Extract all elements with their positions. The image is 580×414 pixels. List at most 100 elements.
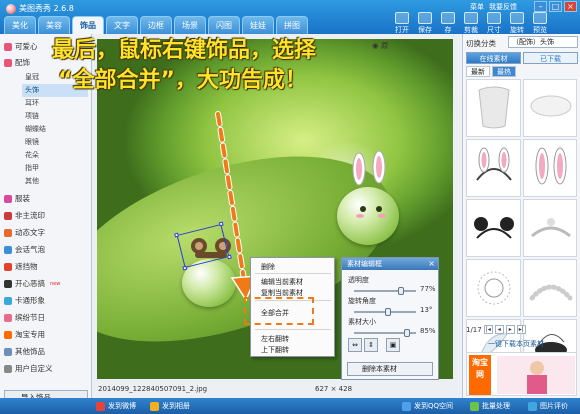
- clothing-icon: [4, 195, 12, 203]
- crop-button[interactable]: 剪裁: [461, 12, 481, 35]
- slider-knob[interactable]: [385, 308, 391, 316]
- batch-process-button[interactable]: 批量处理: [470, 401, 510, 411]
- flip-vertical-icon[interactable]: ⇕: [364, 338, 378, 352]
- sidebar-item-nonmainstream[interactable]: 非主流印: [4, 209, 88, 223]
- material-thumb[interactable]: [522, 79, 577, 137]
- category-select[interactable]: （配饰）头饰: [508, 36, 578, 48]
- tiara-material: [530, 218, 571, 238]
- menu-link[interactable]: 菜单: [470, 2, 484, 12]
- tab-beautify[interactable]: 美化: [4, 16, 36, 34]
- sidebar-sub-other[interactable]: 其他: [22, 175, 88, 188]
- taobao-logo: 淘宝网: [469, 355, 491, 395]
- close-icon[interactable]: ×: [428, 258, 435, 270]
- share-qzone-button[interactable]: 发到QQ空间: [402, 401, 453, 411]
- material-thumb[interactable]: [466, 259, 521, 317]
- delete-material-button[interactable]: 删除本素材: [347, 362, 433, 376]
- app-title-text: 美图秀秀 2.6.8: [19, 4, 74, 13]
- maximize-icon[interactable]: □: [549, 1, 562, 12]
- preview-button[interactable]: 预览: [530, 12, 550, 35]
- menu-item-flip-vertical[interactable]: 上下翻转: [261, 345, 289, 355]
- last-page-icon[interactable]: ▸|: [516, 325, 526, 334]
- rotation-slider[interactable]: [354, 308, 416, 316]
- slider-knob[interactable]: [398, 287, 404, 295]
- main-tabs: 美化 美容 饰品 文字 边框 场景 闪图 娃娃 拼图: [4, 16, 308, 34]
- material-thumb[interactable]: [522, 139, 577, 197]
- sidebar-sub-bow[interactable]: 蝴蝶结: [22, 123, 88, 136]
- share-album-button[interactable]: 发到相册: [150, 401, 190, 411]
- taobao-ad[interactable]: 淘宝网: [466, 352, 577, 396]
- window-controls: – □ ×: [534, 1, 577, 12]
- layer-icon[interactable]: ▣: [386, 338, 400, 352]
- tab-flash[interactable]: 闪图: [208, 16, 240, 34]
- size-value: 85%: [420, 327, 436, 335]
- material-thumb[interactable]: [466, 139, 521, 197]
- sidebar-item-animated-text[interactable]: 动态文字: [4, 226, 88, 240]
- menu-item-delete[interactable]: 删除: [261, 262, 275, 272]
- tab-makeup[interactable]: 美容: [38, 16, 70, 34]
- material-thumb[interactable]: [522, 259, 577, 317]
- next-page-icon[interactable]: ▸: [505, 325, 515, 334]
- folder-icon: [395, 12, 409, 24]
- material-thumb[interactable]: [522, 199, 577, 257]
- rotate-button[interactable]: 旋转: [507, 12, 527, 35]
- sort-tabs: 最新 最热: [466, 66, 516, 77]
- share-weibo-button[interactable]: 发到微博: [96, 401, 136, 411]
- minimize-icon[interactable]: –: [534, 1, 547, 12]
- sidebar-item-clothing[interactable]: 服装: [4, 192, 88, 206]
- material-library-panel: 切换分类 （配饰）头饰 在线素材 已下载 最新 最热 1/17 |◂ ◂ ▸ ▸…: [462, 34, 580, 398]
- slider-knob[interactable]: [404, 329, 410, 337]
- prev-page-icon[interactable]: ◂: [494, 325, 504, 334]
- resize-button[interactable]: 尺寸: [484, 12, 504, 35]
- tab-hottest[interactable]: 最热: [492, 66, 516, 77]
- download-page-button[interactable]: 一键下载本页素材: [466, 338, 577, 350]
- app-title: 美图秀秀 2.6.8: [6, 3, 74, 14]
- tab-scenes[interactable]: 场景: [174, 16, 206, 34]
- tab-text[interactable]: 文字: [106, 16, 138, 34]
- sidebar-item-other-accessories[interactable]: 其他饰品: [4, 345, 88, 359]
- tab-frames[interactable]: 边框: [140, 16, 172, 34]
- open-button[interactable]: 打开: [392, 12, 412, 35]
- opacity-slider[interactable]: [354, 287, 416, 295]
- instruction-line-2: “全部合并”，大功告成！: [58, 68, 307, 93]
- bunny-ears-material: [535, 147, 566, 185]
- sidebar-item-speech-bubble[interactable]: 会话气泡: [4, 243, 88, 257]
- material-thumb[interactable]: [466, 199, 521, 257]
- tab-accessories[interactable]: 饰品: [72, 16, 104, 34]
- sidebar-sub-flowers[interactable]: 花朵: [22, 149, 88, 162]
- resize-handle[interactable]: [174, 232, 179, 238]
- sidebar-sub-glasses[interactable]: 眼镜: [22, 136, 88, 149]
- sidebar-item-user-custom[interactable]: 用户自定义: [4, 362, 88, 376]
- first-page-icon[interactable]: |◂: [483, 325, 493, 334]
- sidebar-sub-nails[interactable]: 指甲: [22, 162, 88, 175]
- tab-collage[interactable]: 拼图: [276, 16, 308, 34]
- rating-icon: [528, 401, 537, 411]
- funny-icon: [4, 280, 12, 288]
- title-bar: 美图秀秀 2.6.8 菜单 我要反馈 – □ × 美化 美容 饰品 文字 边框 …: [0, 0, 580, 34]
- save-button[interactable]: 保存: [415, 12, 435, 35]
- sidebar-item-taobao[interactable]: 淘宝专用: [4, 328, 88, 342]
- white-scarf-material: [478, 86, 510, 129]
- sidebar-sub-necklace[interactable]: 项链: [22, 110, 88, 123]
- menu-item-flip-horizontal[interactable]: 左右翻转: [261, 334, 289, 344]
- size-slider[interactable]: [354, 329, 416, 337]
- sidebar-item-holiday[interactable]: 缤纷节日: [4, 311, 88, 325]
- white-fur-material: [530, 95, 571, 117]
- sidebar-item-cartoon[interactable]: 卡通形象: [4, 294, 88, 308]
- store-button[interactable]: 存: [438, 12, 458, 35]
- menu-divider: [255, 329, 331, 330]
- library-tabs: 在线素材 已下载: [466, 52, 578, 64]
- tab-downloaded[interactable]: 已下载: [523, 52, 578, 64]
- sidebar-sub-earrings[interactable]: 耳环: [22, 97, 88, 110]
- flip-horizontal-icon[interactable]: ⇔: [348, 338, 362, 352]
- feedback-link[interactable]: 我要反馈: [489, 2, 517, 12]
- sidebar-item-funny[interactable]: 开心恶搞 new: [4, 277, 88, 291]
- tab-dolls[interactable]: 娃娃: [242, 16, 274, 34]
- save-icon: [418, 12, 432, 24]
- material-thumb[interactable]: [466, 79, 521, 137]
- sidebar-item-mask[interactable]: 遮挡物: [4, 260, 88, 274]
- close-icon[interactable]: ×: [564, 1, 577, 12]
- tab-online-materials[interactable]: 在线素材: [466, 52, 521, 64]
- menu-item-edit[interactable]: 编辑当前素材: [261, 277, 303, 287]
- image-rating-button[interactable]: 图片评价: [528, 401, 568, 411]
- store-icon: [441, 12, 455, 24]
